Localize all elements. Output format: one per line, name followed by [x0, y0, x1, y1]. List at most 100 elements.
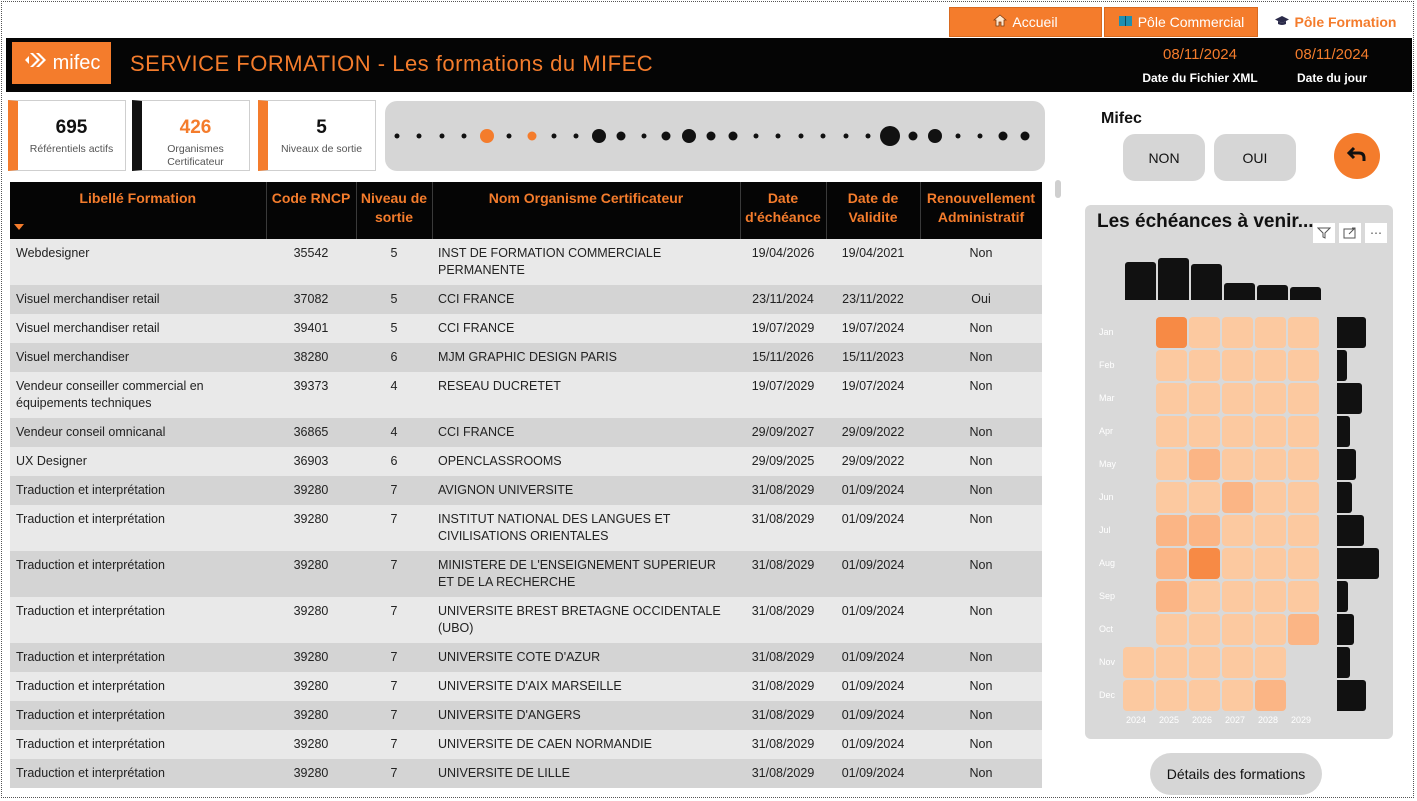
timeline-dot[interactable] — [998, 131, 1008, 141]
heatmap-cell[interactable] — [1288, 416, 1319, 447]
timeline-dot[interactable] — [706, 131, 716, 141]
heatmap-cell[interactable] — [1156, 614, 1187, 645]
timeline-dot[interactable] — [661, 131, 671, 141]
timeline-dot[interactable] — [880, 126, 901, 146]
timeline-dot[interactable] — [439, 133, 445, 139]
heatmap-cell[interactable] — [1255, 416, 1286, 447]
timeline-dot[interactable] — [461, 133, 467, 139]
heatmap-cell[interactable] — [1189, 482, 1220, 513]
heatmap-cell[interactable] — [1156, 680, 1187, 711]
heatmap-cell[interactable] — [1189, 548, 1220, 579]
timeline-dot[interactable] — [1020, 131, 1030, 141]
month-total-bar[interactable] — [1337, 317, 1366, 348]
heatmap-cell[interactable] — [1123, 680, 1154, 711]
table-row[interactable]: UX Designer 36903 6 OPENCLASSROOMS 29/09/202… — [10, 447, 1042, 476]
heatmap-cell[interactable] — [1156, 317, 1187, 348]
heatmap-cell[interactable] — [1255, 317, 1286, 348]
table-row[interactable]: Traduction et interprétation 39280 7 UNIVER… — [10, 759, 1042, 788]
filter-no-button[interactable]: NON — [1123, 134, 1205, 181]
timeline-dot[interactable] — [908, 131, 918, 141]
heatmap-cell[interactable] — [1222, 614, 1253, 645]
heatmap-cell[interactable] — [1222, 515, 1253, 546]
month-total-bar[interactable] — [1337, 383, 1362, 414]
month-total-bar[interactable] — [1337, 614, 1354, 645]
heatmap-cell[interactable] — [1255, 515, 1286, 546]
heatmap-cell[interactable] — [1189, 647, 1220, 678]
heatmap-cell[interactable] — [1255, 482, 1286, 513]
filter-yes-button[interactable]: OUI — [1214, 134, 1296, 181]
heatmap-cell[interactable] — [1156, 515, 1187, 546]
table-row[interactable]: Traduction et interprétation 39280 7 UNIVER… — [10, 643, 1042, 672]
month-total-bar[interactable] — [1337, 350, 1347, 381]
table-row[interactable]: Traduction et interprétation 39280 7 INSTIT… — [10, 505, 1042, 551]
month-total-bar[interactable] — [1337, 647, 1350, 678]
nav-commercial-button[interactable]: Pôle Commercial — [1104, 7, 1258, 37]
timeline-dot[interactable] — [843, 133, 849, 139]
timeline-dot[interactable] — [955, 133, 961, 139]
heatmap-cell[interactable] — [1189, 383, 1220, 414]
heatmap-cell[interactable] — [1255, 614, 1286, 645]
filter-icon[interactable] — [1313, 223, 1335, 243]
month-total-bar[interactable] — [1337, 449, 1356, 480]
heatmap-cell[interactable] — [1255, 449, 1286, 480]
heatmap-cell[interactable] — [1189, 449, 1220, 480]
heatmap-cell[interactable] — [1156, 647, 1187, 678]
month-total-bar[interactable] — [1337, 680, 1366, 711]
heatmap-cell[interactable] — [1222, 449, 1253, 480]
year-total-bar[interactable] — [1257, 285, 1288, 300]
heatmap-cell[interactable] — [1255, 548, 1286, 579]
heatmap-cell[interactable] — [1222, 482, 1253, 513]
table-row[interactable]: Vendeur conseiller commercial en équipem… — [10, 372, 1042, 418]
table-row[interactable]: Visuel merchandiser 38280 6 MJM GRAPHIC DES… — [10, 343, 1042, 372]
heatmap-cell[interactable] — [1156, 449, 1187, 480]
timeline-dot[interactable] — [479, 129, 494, 143]
heatmap-cell[interactable] — [1288, 614, 1319, 645]
heatmap-cell[interactable] — [1222, 317, 1253, 348]
heatmap-cell[interactable] — [1189, 680, 1220, 711]
heatmap-cell[interactable] — [1189, 317, 1220, 348]
heatmap-cell[interactable] — [1222, 350, 1253, 381]
col-header-niveau[interactable]: Niveau de sortie — [356, 182, 433, 239]
timeline-slicer[interactable] — [385, 101, 1045, 171]
timeline-dot[interactable] — [616, 131, 626, 141]
col-header-renouvellement[interactable]: Renouvellement Administratif — [920, 182, 1042, 239]
timeline-dot[interactable] — [394, 133, 400, 139]
month-total-bar[interactable] — [1337, 548, 1379, 579]
timeline-dot[interactable] — [977, 133, 983, 139]
heatmap-cell[interactable] — [1255, 647, 1286, 678]
year-total-bar[interactable] — [1191, 264, 1222, 300]
heatmap-cell[interactable] — [1222, 581, 1253, 612]
col-header-validite[interactable]: Date de Validite — [826, 182, 921, 239]
heatmap-cell[interactable] — [1288, 350, 1319, 381]
heatmap-cell[interactable] — [1255, 680, 1286, 711]
heatmap-cell[interactable] — [1189, 581, 1220, 612]
heatmap-cell[interactable] — [1123, 647, 1154, 678]
month-total-bar[interactable] — [1337, 416, 1350, 447]
heatmap-cell[interactable] — [1189, 614, 1220, 645]
year-total-bar[interactable] — [1125, 262, 1156, 300]
reset-button[interactable] — [1334, 133, 1380, 179]
heatmap-cell[interactable] — [1156, 416, 1187, 447]
heatmap-cell[interactable] — [1222, 383, 1253, 414]
year-total-bar[interactable] — [1224, 283, 1255, 300]
table-row[interactable]: Visuel merchandiser retail 39401 5 CCI FRAN… — [10, 314, 1042, 343]
col-header-organisme[interactable]: Nom Organisme Certificateur — [432, 182, 741, 239]
table-row[interactable]: Traduction et interprétation 39280 7 UNIVER… — [10, 597, 1042, 643]
year-total-bar[interactable] — [1158, 258, 1189, 300]
timeline-dot[interactable] — [820, 133, 826, 139]
timeline-dot[interactable] — [527, 131, 537, 141]
heatmap-cell[interactable] — [1189, 416, 1220, 447]
heatmap-cell[interactable] — [1156, 482, 1187, 513]
more-options-icon[interactable]: ⋯ — [1365, 223, 1387, 243]
month-total-bar[interactable] — [1337, 482, 1352, 513]
details-formations-button[interactable]: Détails des formations — [1150, 753, 1322, 795]
table-row[interactable]: Visuel merchandiser retail 37082 5 CCI FRAN… — [10, 285, 1042, 314]
heatmap-cell[interactable] — [1156, 350, 1187, 381]
timeline-dot[interactable] — [865, 133, 871, 139]
timeline-dot[interactable] — [798, 133, 804, 139]
timeline-dot[interactable] — [551, 133, 557, 139]
heatmap-cell[interactable] — [1288, 383, 1319, 414]
timeline-dot[interactable] — [775, 133, 781, 139]
heatmap-cell[interactable] — [1222, 647, 1253, 678]
nav-home-button[interactable]: Accueil — [949, 7, 1102, 37]
